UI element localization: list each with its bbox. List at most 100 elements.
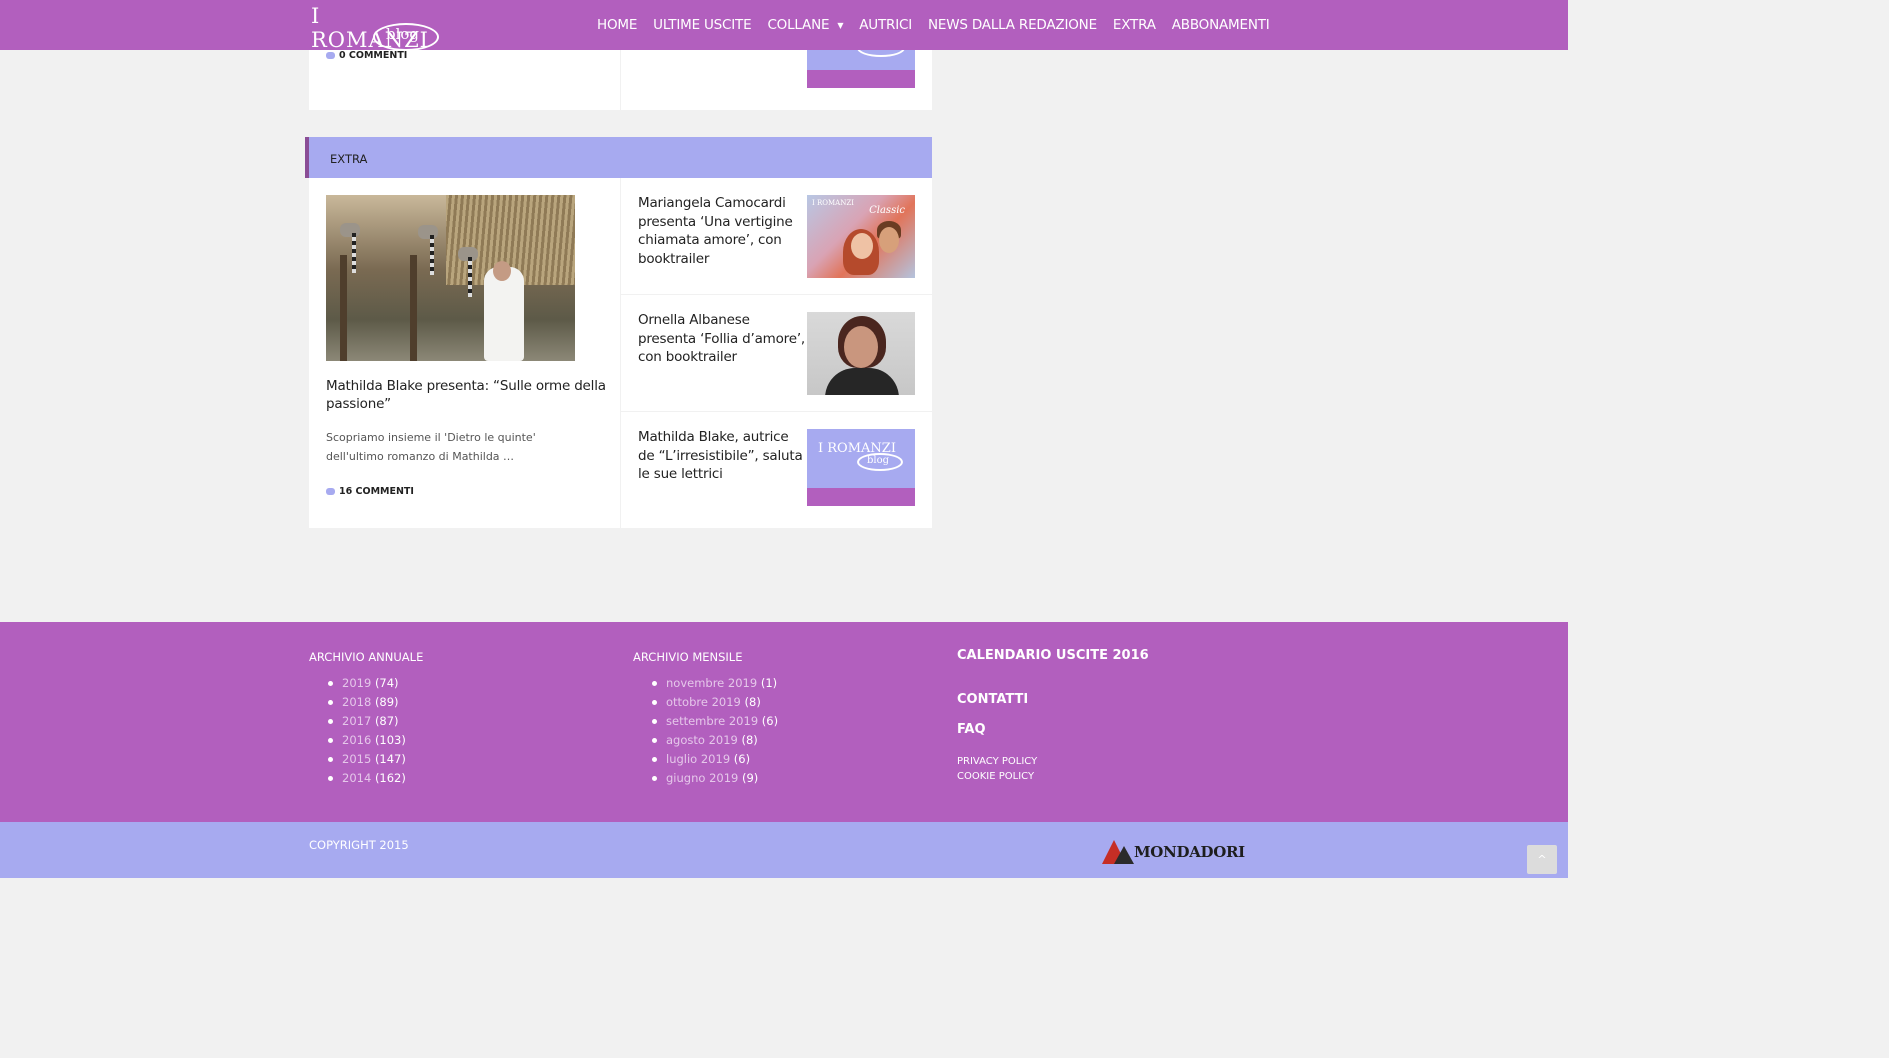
archive-count: (1) [760, 676, 778, 690]
archive-count: (6) [761, 714, 779, 728]
nav-label: AUTRICI [859, 17, 912, 33]
side-article-title[interactable]: Ornella Albanese presenta ‘Follia d’amor… [638, 311, 808, 367]
image-lemur-tail [430, 235, 434, 275]
image-person-head [493, 261, 511, 281]
nav-label: NEWS DALLA REDAZIONE [928, 17, 1097, 33]
thumbnail-figure [851, 233, 873, 259]
list-item: 2015 (147) [318, 750, 406, 769]
archive-count: (147) [374, 752, 406, 766]
contacts-link[interactable]: CONTATTI [957, 692, 1028, 707]
copyright-text: COPYRIGHT 2015 [309, 838, 409, 852]
thumbnail-band [807, 70, 915, 88]
nav-item-extra[interactable]: EXTRA [1105, 17, 1164, 33]
side-article-thumbnail[interactable]: I ROMANZI Classic [807, 195, 915, 278]
nav-item-home[interactable]: HOME [589, 17, 645, 33]
image-person [484, 267, 524, 361]
nav-label: ULTIME USCITE [653, 17, 752, 33]
list-item: 2019 (74) [318, 674, 406, 693]
section-title: EXTRA [330, 152, 368, 166]
logo-subtitle: blog [386, 25, 420, 43]
archive-link[interactable]: settembre 2019 [666, 714, 758, 728]
privacy-policy-link[interactable]: PRIVACY POLICY [957, 756, 1037, 767]
thumbnail-figure [825, 368, 899, 395]
annual-archive-title: ARCHIVIO ANNUALE [309, 650, 424, 664]
side-article-item[interactable]: Ornella Albanese presenta ‘Follia d’amor… [621, 295, 932, 411]
list-item: settembre 2019 (6) [642, 712, 778, 731]
nav-label: HOME [597, 17, 638, 33]
image-post [410, 255, 417, 361]
featured-article-excerpt: Scopriamo insieme il 'Dietro le quinte' … [326, 431, 536, 463]
archive-link[interactable]: luglio 2019 [666, 752, 730, 766]
nav-item-autrici[interactable]: AUTRICI [851, 17, 920, 33]
section-header: EXTRA [305, 137, 932, 178]
faq-link[interactable]: FAQ [957, 722, 986, 737]
list-item: novembre 2019 (1) [642, 674, 778, 693]
list-item: agosto 2019 (8) [642, 731, 778, 750]
archive-link[interactable]: 2016 [342, 733, 371, 747]
comments-count[interactable]: 16 COMMENTI [326, 486, 414, 497]
nav-item-ultime-uscite[interactable]: ULTIME USCITE [645, 17, 759, 33]
thumbnail-band [807, 488, 915, 506]
nav-label: COLLANE [767, 17, 830, 33]
archive-count: (9) [742, 771, 759, 785]
scroll-to-top-button[interactable]: ^ [1527, 845, 1557, 874]
comment-icon [326, 488, 335, 495]
archive-link[interactable]: 2018 [342, 695, 371, 709]
list-item: 2017 (87) [318, 712, 406, 731]
archive-link[interactable]: 2019 [342, 676, 371, 690]
cookie-policy-link[interactable]: COOKIE POLICY [957, 771, 1034, 782]
mondadori-logo[interactable]: MONDADORI [1102, 840, 1245, 864]
calendar-link[interactable]: CALENDARIO USCITE 2016 [957, 648, 1149, 663]
mondadori-wordmark: MONDADORI [1134, 843, 1245, 861]
comments-label: 16 COMMENTI [339, 486, 414, 497]
top-navigation-bar: I ROMANZI blog HOME ULTIME USCITE COLLAN… [0, 0, 1568, 52]
mondadori-mark-icon [1102, 840, 1134, 864]
featured-article-image[interactable] [326, 195, 575, 361]
archive-link[interactable]: ottobre 2019 [666, 695, 741, 709]
archive-link[interactable]: agosto 2019 [666, 733, 738, 747]
image-lemur-tail [352, 233, 356, 273]
archive-count: (103) [374, 733, 406, 747]
footer: ARCHIVIO ANNUALE 2019 (74) 2018 (89) 201… [0, 622, 1568, 822]
archive-link[interactable]: 2017 [342, 714, 371, 728]
thumbnail-brand: I ROMANZI [812, 199, 854, 207]
list-item: giugno 2019 (9) [642, 769, 778, 788]
nav-item-collane[interactable]: COLLANE ▼ [759, 17, 851, 33]
previous-thumbnail[interactable] [807, 39, 915, 88]
list-item: 2014 (162) [318, 769, 406, 788]
site-logo[interactable]: I ROMANZI blog [311, 4, 441, 52]
archive-count: (74) [374, 676, 399, 690]
list-item: luglio 2019 (6) [642, 750, 778, 769]
image-lemur [340, 223, 360, 237]
monthly-archive-list: novembre 2019 (1) ottobre 2019 (8) sette… [642, 674, 778, 788]
monthly-archive-title: ARCHIVIO MENSILE [633, 650, 743, 664]
side-article-title[interactable]: Mathilda Blake, autrice de “L’irresistib… [638, 428, 808, 484]
side-article-item[interactable]: Mariangela Camocardi presenta ‘Una verti… [621, 178, 932, 294]
nav-label: ABBONAMENTI [1171, 17, 1270, 33]
archive-link[interactable]: 2014 [342, 771, 371, 785]
thumbnail-figure [879, 227, 899, 253]
side-article-thumbnail[interactable] [807, 312, 915, 395]
side-article-item[interactable]: Mathilda Blake, autrice de “L’irresistib… [621, 412, 932, 528]
archive-link[interactable]: novembre 2019 [666, 676, 757, 690]
archive-link[interactable]: 2015 [342, 752, 371, 766]
image-post [340, 255, 347, 361]
archive-link[interactable]: giugno 2019 [666, 771, 738, 785]
archive-count: (162) [374, 771, 406, 785]
nav-item-abbonamenti[interactable]: ABBONAMENTI [1164, 17, 1278, 33]
nav-item-news[interactable]: NEWS DALLA REDAZIONE [920, 17, 1105, 33]
archive-count: (6) [733, 752, 751, 766]
archive-count: (89) [374, 695, 399, 709]
list-item: 2018 (89) [318, 693, 406, 712]
archive-count: (87) [374, 714, 399, 728]
featured-article-title[interactable]: Mathilda Blake presenta: “Sulle orme del… [326, 377, 606, 413]
thumbnail-blog: blog [867, 455, 890, 466]
annual-archive-list: 2019 (74) 2018 (89) 2017 (87) 2016 (103)… [318, 674, 406, 788]
bottom-bar: COPYRIGHT 2015 MONDADORI [0, 822, 1568, 878]
side-article-thumbnail[interactable]: I ROMANZI blog [807, 429, 915, 506]
dropdown-caret-icon: ▼ [837, 20, 844, 30]
thumbnail-figure [844, 326, 878, 368]
archive-count: (8) [744, 695, 761, 709]
thumbnail-label: Classic [869, 205, 905, 216]
side-article-title[interactable]: Mariangela Camocardi presenta ‘Una verti… [638, 194, 808, 268]
